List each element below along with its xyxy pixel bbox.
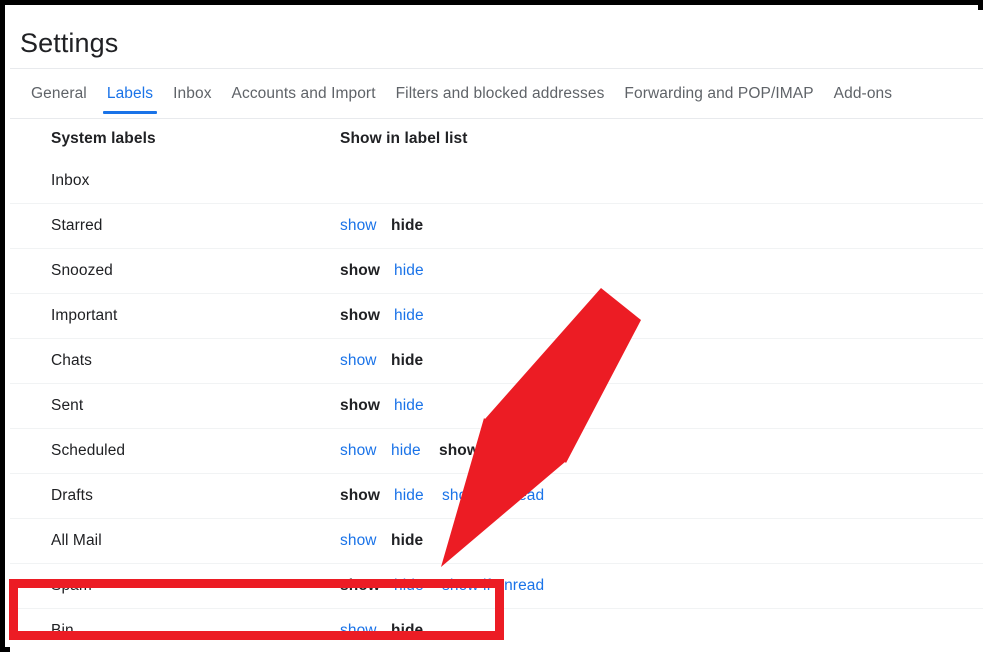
tab-accounts-and-import[interactable]: Accounts and Import bbox=[232, 69, 376, 119]
column-header-system-labels: System labels bbox=[51, 130, 156, 147]
table-row: Important show hide bbox=[10, 294, 983, 339]
show-action-sent: show bbox=[340, 397, 381, 414]
row-actions: show hide bbox=[340, 622, 439, 640]
table-row: Bin show hide bbox=[10, 609, 983, 652]
show-if-unread-action-drafts[interactable]: show if unread bbox=[442, 487, 544, 505]
row-actions: show hide bbox=[340, 217, 439, 235]
row-actions: show hide show if unread bbox=[340, 442, 564, 460]
show-action-chats[interactable]: show bbox=[340, 352, 377, 370]
label-name-chats: Chats bbox=[51, 352, 92, 369]
show-action-scheduled[interactable]: show bbox=[340, 442, 377, 460]
hide-action-starred: hide bbox=[391, 217, 424, 234]
label-name-starred: Starred bbox=[51, 217, 103, 234]
table-row: Sent show hide bbox=[10, 384, 983, 429]
row-actions: show hide bbox=[340, 352, 439, 370]
table-row: Chats show hide bbox=[10, 339, 983, 384]
show-action-all-mail[interactable]: show bbox=[340, 532, 377, 550]
table-row: Snoozed show hide bbox=[10, 249, 983, 294]
row-actions: show hide bbox=[340, 307, 442, 325]
hide-action-chats: hide bbox=[391, 352, 424, 369]
hide-action-snoozed[interactable]: hide bbox=[394, 262, 428, 280]
table-row: Scheduled show hide show if unread bbox=[10, 429, 983, 474]
row-actions: show hide bbox=[340, 397, 442, 415]
table-header-row: System labels Show in label list bbox=[10, 119, 983, 159]
label-name-scheduled: Scheduled bbox=[51, 442, 126, 459]
label-name-important: Important bbox=[51, 307, 118, 324]
row-actions: show hide show if unread bbox=[340, 487, 558, 505]
label-name-inbox: Inbox bbox=[51, 172, 90, 189]
show-action-spam: show bbox=[340, 577, 381, 594]
label-name-bin: Bin bbox=[51, 622, 74, 639]
show-action-starred[interactable]: show bbox=[340, 217, 377, 235]
row-actions: show hide bbox=[340, 532, 439, 550]
hide-action-drafts[interactable]: hide bbox=[394, 487, 428, 505]
hide-action-all-mail: hide bbox=[391, 532, 424, 549]
system-labels-table: System labels Show in label list Inbox Star… bbox=[10, 119, 983, 652]
settings-tabbar: General Labels Inbox Accounts and Import Fil… bbox=[10, 69, 983, 119]
label-name-drafts: Drafts bbox=[51, 487, 93, 504]
table-row: Drafts show hide show if unread bbox=[10, 474, 983, 519]
hide-action-bin: hide bbox=[391, 622, 424, 639]
tab-add-ons[interactable]: Add-ons bbox=[834, 69, 892, 119]
settings-page: Settings General Labels Inbox Accounts and … bbox=[10, 10, 983, 652]
label-name-snoozed: Snoozed bbox=[51, 262, 113, 279]
table-row: All Mail show hide bbox=[10, 519, 983, 564]
show-action-snoozed: show bbox=[340, 262, 381, 279]
screenshot-frame: Settings General Labels Inbox Accounts and … bbox=[0, 0, 983, 652]
hide-action-important[interactable]: hide bbox=[394, 307, 428, 325]
table-row: Starred show hide bbox=[10, 204, 983, 249]
page-title: Settings bbox=[20, 28, 119, 58]
hide-action-scheduled[interactable]: hide bbox=[391, 442, 425, 460]
label-name-all-mail: All Mail bbox=[51, 532, 102, 549]
row-actions: show hide bbox=[340, 262, 442, 280]
hide-action-spam[interactable]: hide bbox=[394, 577, 428, 595]
show-action-drafts: show bbox=[340, 487, 381, 504]
table-row: Spam show hide show if unread bbox=[10, 564, 983, 609]
show-if-unread-action-scheduled: show if unread bbox=[439, 442, 550, 459]
tab-inbox[interactable]: Inbox bbox=[173, 69, 211, 119]
show-action-important: show bbox=[340, 307, 381, 324]
tab-general[interactable]: General bbox=[31, 69, 87, 119]
label-name-spam: Spam bbox=[51, 577, 92, 594]
hide-action-sent[interactable]: hide bbox=[394, 397, 428, 415]
column-header-show-in-label-list: Show in label list bbox=[340, 130, 468, 147]
table-row: Inbox bbox=[10, 159, 983, 204]
row-actions: show hide show if unread bbox=[340, 577, 558, 595]
show-action-bin[interactable]: show bbox=[340, 622, 377, 640]
tab-forwarding-and-pop-imap[interactable]: Forwarding and POP/IMAP bbox=[624, 69, 813, 119]
tab-labels[interactable]: Labels bbox=[102, 69, 158, 119]
label-name-sent: Sent bbox=[51, 397, 84, 414]
show-if-unread-action-spam[interactable]: show if unread bbox=[442, 577, 544, 595]
tab-filters-and-blocked-addresses[interactable]: Filters and blocked addresses bbox=[396, 69, 605, 119]
